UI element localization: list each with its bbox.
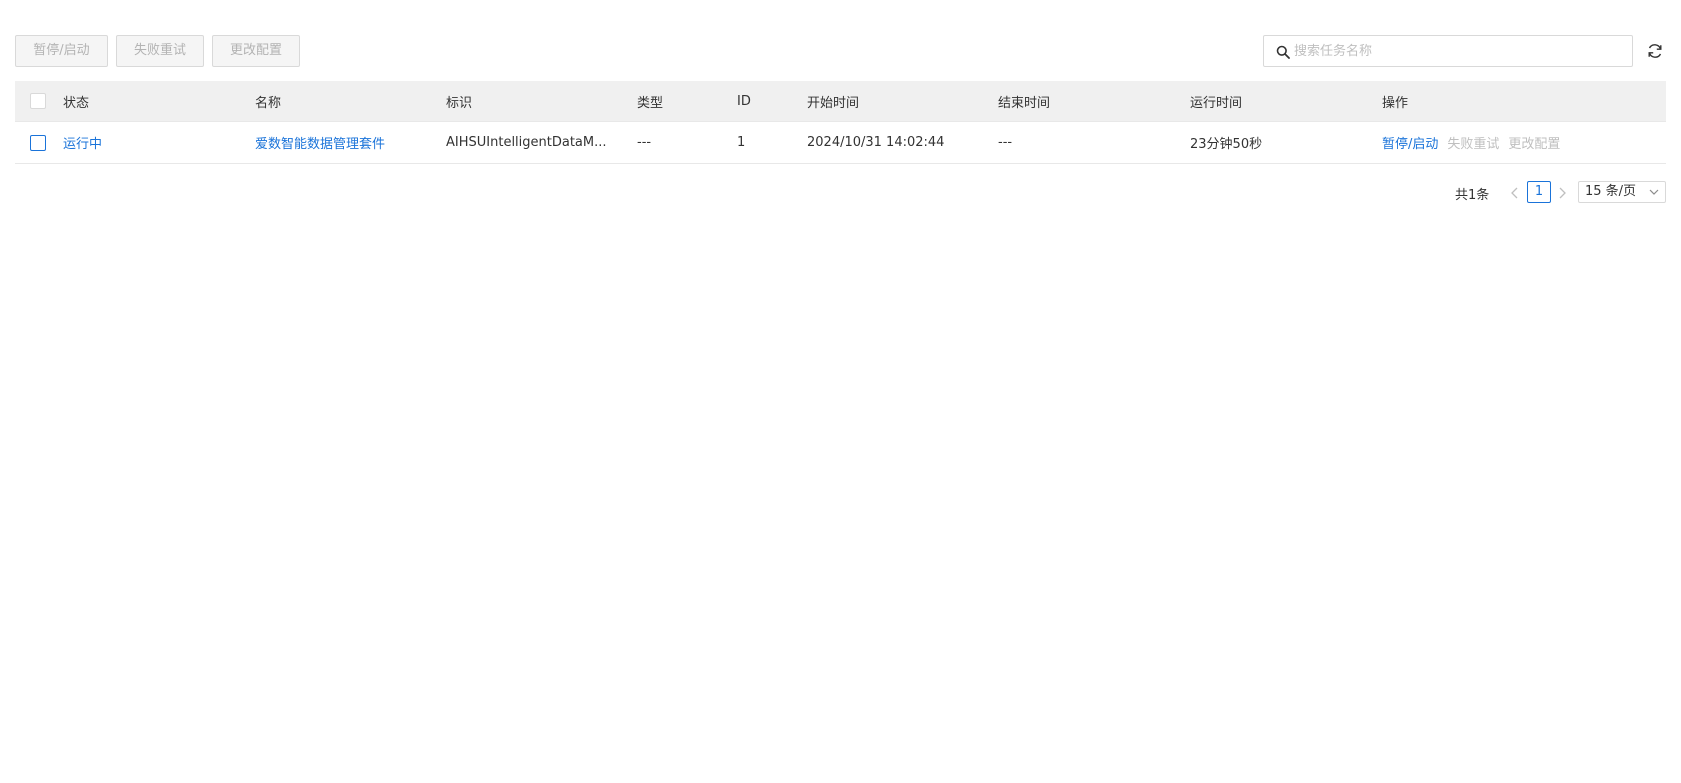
table-row: 运行中 爱数智能数据管理套件 AIHSUIntelligentDataM... …: [15, 122, 1666, 164]
change-config-button[interactable]: 更改配置: [212, 35, 300, 67]
page-number-button[interactable]: 1: [1527, 181, 1551, 203]
page-size-label: 15 条/页: [1585, 184, 1637, 199]
row-retry-failed-link[interactable]: 失败重试: [1447, 133, 1499, 152]
task-end-time: ---: [998, 135, 1013, 150]
search-input[interactable]: [1294, 37, 1624, 65]
toolbar: 暂停/启动 失败重试 更改配置: [15, 35, 1666, 67]
column-type: 类型: [637, 95, 664, 111]
task-name-link[interactable]: 爱数智能数据管理套件: [255, 122, 440, 163]
row-checkbox-cell: [30, 122, 50, 163]
retry-failed-button[interactable]: 失败重试: [116, 35, 204, 67]
row-operations: 暂停/启动 失败重试 更改配置: [1382, 122, 1662, 163]
task-table: 状态 名称 标识 类型 ID 开始时间 结束时间 运行时间 操作 运行中 爱数智…: [15, 81, 1666, 164]
column-status: 状态: [63, 81, 253, 121]
column-status-label: 状态: [63, 95, 90, 111]
select-all-checkbox[interactable]: [30, 93, 46, 109]
column-start-time: 开始时间: [807, 95, 860, 111]
total-count: 共1条: [1455, 188, 1490, 203]
task-id: 1: [737, 135, 746, 150]
pause-start-button[interactable]: 暂停/启动: [15, 35, 108, 67]
task-run-time: 23分钟50秒: [1190, 137, 1263, 152]
column-identifier: 标识: [446, 95, 473, 111]
header-checkbox-cell: [30, 81, 50, 121]
pagination: 共1条 1 15 条/页: [1455, 181, 1666, 205]
next-page-icon[interactable]: [1555, 185, 1569, 201]
status-badge: 运行中: [63, 137, 103, 152]
row-pause-start-link[interactable]: 暂停/启动: [1382, 133, 1438, 152]
chevron-down-icon: [1649, 189, 1659, 195]
refresh-icon[interactable]: [1646, 42, 1664, 60]
column-end-time: 结束时间: [998, 95, 1051, 111]
page-size-select[interactable]: 15 条/页: [1578, 181, 1666, 203]
task-type: ---: [637, 135, 652, 150]
column-id: ID: [737, 93, 751, 109]
table-header: 状态 名称 标识 类型 ID 开始时间 结束时间 运行时间 操作: [15, 81, 1666, 122]
row-checkbox[interactable]: [30, 134, 46, 151]
task-start-time: 2024/10/31 14:02:44: [807, 135, 945, 150]
task-identifier: AIHSUIntelligentDataM...: [446, 135, 607, 150]
column-name: 名称: [255, 95, 282, 111]
column-run-time: 运行时间: [1190, 95, 1243, 111]
column-operations: 操作: [1382, 95, 1409, 111]
row-change-config-link[interactable]: 更改配置: [1508, 133, 1560, 152]
search-icon: [1276, 45, 1290, 59]
search-box: [1263, 35, 1633, 67]
prev-page-icon[interactable]: [1508, 185, 1522, 201]
